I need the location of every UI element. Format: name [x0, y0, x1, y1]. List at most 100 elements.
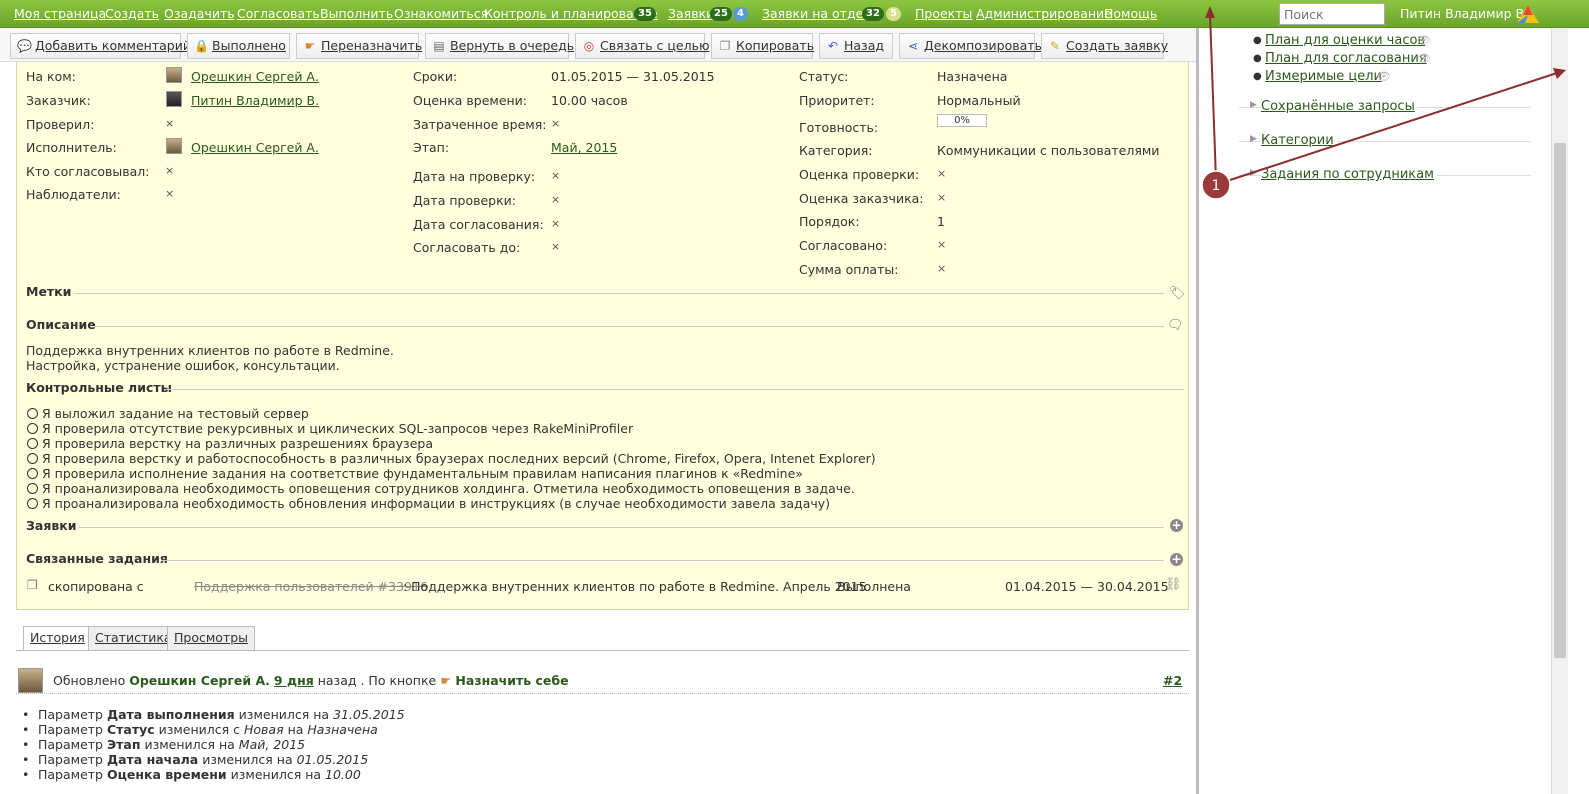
- menu-control[interactable]: Контроль и планирование: [484, 6, 658, 21]
- related-issue-link[interactable]: Поддержка пользователей #33916: [194, 579, 428, 594]
- menu-admin[interactable]: Администрирование: [976, 6, 1112, 21]
- eye-icon[interactable]: 👁: [1417, 34, 1431, 47]
- status-value: Назначена: [937, 69, 1008, 84]
- reassign-button[interactable]: ☛ Переназначить: [296, 33, 422, 59]
- tab-statistics[interactable]: Статистика: [88, 626, 179, 650]
- user-name[interactable]: Питин Владимир В.: [1400, 6, 1528, 21]
- attr-label: Оценка времени:: [413, 93, 528, 108]
- expand-arrow-icon[interactable]: ▶: [1250, 168, 1257, 178]
- create-request-button[interactable]: ✎ Создать заявку: [1041, 33, 1168, 59]
- sidebar-group-categories[interactable]: Категории: [1261, 133, 1337, 148]
- menu-requests[interactable]: Заявки: [668, 6, 714, 21]
- attr-label: Оценка проверки:: [799, 167, 920, 182]
- checklist-item[interactable]: Я проверила отсутствие рекурсивных и цик…: [27, 421, 633, 436]
- menu-create[interactable]: Создать: [105, 6, 159, 21]
- done-button[interactable]: 🔒 Выполнено: [187, 33, 290, 59]
- dept-extra-badge: 5: [886, 7, 901, 21]
- search-input[interactable]: [1279, 3, 1385, 25]
- menu-projects[interactable]: Проекты: [915, 6, 972, 21]
- attr-value: ×: [551, 193, 561, 206]
- journal-header: Обновлено Орешкин Сергей А. 9 дня назад …: [53, 673, 569, 688]
- unlink-icon[interactable]: ⛓: [1165, 577, 1182, 592]
- journal-ago-link[interactable]: 9 дня: [274, 673, 314, 688]
- menu-approve[interactable]: Согласовать: [237, 6, 320, 21]
- stage-link[interactable]: Май, 2015: [551, 140, 617, 155]
- journal-divider: [16, 693, 1189, 694]
- logo-icon: [1517, 5, 1539, 23]
- expand-arrow-icon[interactable]: ▶: [1250, 134, 1257, 144]
- edit-icon: ✎: [1049, 39, 1061, 53]
- sidebar-link-measurable-goals[interactable]: Измеримые цели: [1265, 69, 1382, 84]
- back-button[interactable]: ↶ Назад: [819, 33, 893, 59]
- checklist-item[interactable]: Я проанализировала необходимость обновле…: [27, 496, 830, 511]
- attr-value: ×: [165, 117, 175, 130]
- expand-arrow-icon[interactable]: ▶: [1250, 100, 1257, 110]
- divider: [162, 560, 1164, 561]
- attr-value: ×: [937, 262, 947, 275]
- back-arrow-icon: ↶: [827, 39, 839, 53]
- return-queue-button[interactable]: ▤ Вернуть в очередь: [425, 33, 574, 59]
- checklist-item[interactable]: Я проверила исполнение задания на соотве…: [27, 466, 803, 481]
- eye-icon[interactable]: 👁: [1377, 70, 1391, 83]
- attr-label: Согласовать до:: [413, 240, 521, 255]
- tab-label: История: [30, 630, 85, 645]
- tag-icon[interactable]: 🏷: [1169, 286, 1186, 301]
- related-heading: Связанные задания: [26, 551, 168, 566]
- attr-value: 10.00 часов: [551, 93, 628, 108]
- journal-user-link[interactable]: Орешкин Сергей А.: [129, 673, 270, 688]
- tabs-divider: [16, 650, 1189, 651]
- assignee-link[interactable]: Орешкин Сергей А.: [191, 69, 319, 84]
- menu-acknowledge[interactable]: Ознакомиться: [394, 6, 488, 21]
- requests-count-badge: 25: [710, 7, 732, 21]
- queue-icon: ▤: [433, 39, 445, 53]
- relation-type: скопирована с: [48, 579, 144, 594]
- checklist-item[interactable]: Я проанализировала необходимость оповеще…: [27, 481, 855, 496]
- divider: [95, 326, 1164, 327]
- attr-label: Категория:: [799, 143, 873, 158]
- journal-number-link[interactable]: #2: [1163, 673, 1182, 688]
- link-goal-button[interactable]: ◎ Связать с целью: [575, 33, 709, 59]
- attr-label: Порядок:: [799, 214, 860, 229]
- checklist-item[interactable]: Я выложил задание на тестовый сервер: [27, 406, 309, 421]
- executor-link[interactable]: Орешкин Сергей А.: [191, 140, 319, 155]
- add-request-icon[interactable]: +: [1170, 519, 1183, 532]
- attr-value: ×: [551, 169, 561, 182]
- attr-label: Дата согласования:: [413, 217, 544, 232]
- attr-value: 01.05.2015 — 31.05.2015: [551, 69, 715, 84]
- checklist-item[interactable]: Я проверила верстку и работоспособность …: [27, 451, 876, 466]
- menu-assign[interactable]: Озадачить: [164, 6, 235, 21]
- tab-views[interactable]: Просмотры: [167, 626, 256, 650]
- top-menu-bar: Моя страница Создать Озадачить Согласова…: [0, 0, 1589, 28]
- decompose-button[interactable]: ⋖ Декомпозировать: [899, 33, 1042, 59]
- menu-help[interactable]: Помощь: [1104, 6, 1157, 21]
- sidebar-link-approval-plan[interactable]: План для согласования: [1265, 51, 1427, 66]
- scrollbar[interactable]: [1551, 28, 1568, 794]
- avatar: [166, 138, 182, 154]
- attr-label: Исполнитель:: [26, 140, 117, 155]
- scrollbar-thumb[interactable]: [1554, 143, 1566, 658]
- tab-history[interactable]: История: [23, 626, 92, 651]
- menu-execute[interactable]: Выполнить: [320, 6, 393, 21]
- menu-my-page[interactable]: Моя страница: [14, 6, 106, 21]
- sidebar-group-saved-queries[interactable]: Сохранённые запросы: [1261, 99, 1418, 114]
- copy-button[interactable]: ❐ Копировать: [711, 33, 814, 59]
- description-heading: Описание: [26, 317, 96, 332]
- lock-icon: 🔒: [194, 39, 209, 53]
- eye-icon[interactable]: 👁: [1417, 52, 1431, 65]
- attr-label: Кто согласовывал:: [26, 164, 150, 179]
- comments-icon[interactable]: 🗨: [1167, 318, 1184, 333]
- order-value: 1: [937, 214, 945, 229]
- add-relation-icon[interactable]: +: [1170, 553, 1183, 566]
- add-comment-button[interactable]: 💬 Добавить комментарий: [10, 33, 191, 59]
- progress-text: 0%: [954, 115, 970, 126]
- checklists-heading: Контрольные листы: [26, 380, 172, 395]
- attr-value: ×: [937, 238, 947, 251]
- history-item: Параметр Дата начала изменился на 01.05.…: [22, 752, 368, 767]
- hand-icon: ☛: [304, 39, 316, 53]
- sidebar-link-hours-plan[interactable]: План для оценки часов: [1265, 33, 1425, 48]
- customer-link[interactable]: Питин Владимир В.: [191, 93, 319, 108]
- avatar: [18, 668, 43, 693]
- description-line: Поддержка внутренних клиентов по работе …: [26, 343, 394, 358]
- checklist-item[interactable]: Я проверила верстку на различных разреше…: [27, 436, 433, 451]
- sidebar-group-employee-tasks[interactable]: Задания по сотрудникам: [1261, 167, 1437, 182]
